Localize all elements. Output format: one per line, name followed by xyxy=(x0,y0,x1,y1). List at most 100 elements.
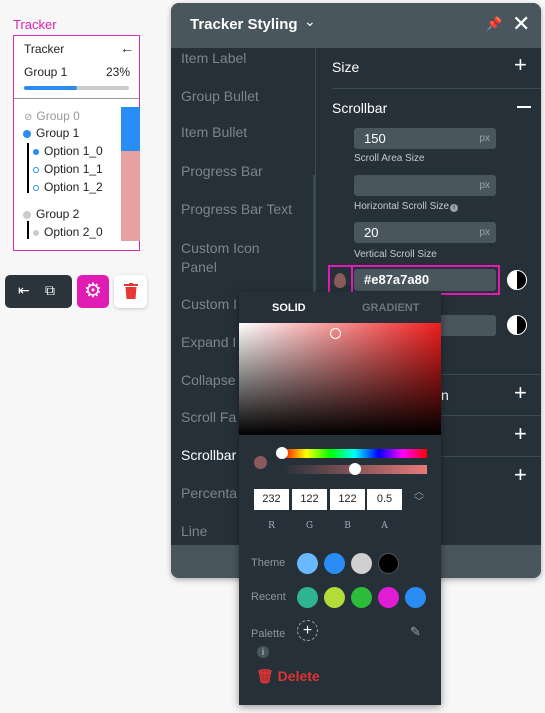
pin-icon[interactable]: 📌 xyxy=(486,16,502,32)
channel-label: A xyxy=(381,521,388,531)
vertical-scroll-size-input[interactable]: 20 px xyxy=(354,222,496,243)
theme-swatch[interactable] xyxy=(378,553,399,574)
recent-swatch[interactable] xyxy=(297,587,318,608)
field-label: Scroll Area Size xyxy=(354,153,425,164)
field-label: Vertical Scroll Size xyxy=(354,249,437,260)
delete-widget-button[interactable] xyxy=(114,275,147,308)
bullet-icon xyxy=(23,210,31,219)
color-picker: SOLID GRADIENT 232 122 122 0.5 ︿ ﹀ R G B … xyxy=(239,292,441,705)
arrow-left-icon[interactable]: ← xyxy=(120,40,134,56)
field-label: Horizontal Scroll Size i xyxy=(354,201,459,212)
panel-header: Tracker Styling ⌄ 📌 ✕ xyxy=(171,3,541,48)
tab-gradient[interactable]: GRADIENT xyxy=(362,302,419,314)
horizontal-scroll-size-input[interactable]: px xyxy=(354,175,496,196)
nav-item[interactable]: Custom I xyxy=(181,296,237,312)
section-size[interactable]: Size xyxy=(332,59,359,75)
delete-button[interactable]: 🗑 Delete xyxy=(256,668,320,685)
nav-item[interactable]: Percenta xyxy=(181,485,237,501)
divider xyxy=(14,98,139,99)
recent-label: Recent xyxy=(251,591,286,603)
palette-label: Palette xyxy=(251,628,286,640)
nav-item[interactable]: Group Bullet xyxy=(181,88,259,104)
option-item[interactable]: Option 2_0 xyxy=(33,225,103,239)
color-drop-icon[interactable] xyxy=(334,273,346,288)
scroll-area-size-input[interactable]: 150 px xyxy=(354,128,496,149)
saturation-handle[interactable] xyxy=(330,328,341,339)
progress-bar xyxy=(24,86,129,90)
option-item[interactable]: Option 1_0 xyxy=(33,144,103,158)
channel-label: R xyxy=(268,521,275,531)
tracker-title: Tracker xyxy=(24,42,65,56)
add-palette-icon[interactable]: + xyxy=(297,620,318,641)
nav-item[interactable]: Line xyxy=(181,523,207,539)
alpha-handle[interactable] xyxy=(349,463,361,475)
format-toggle-icon[interactable]: ︿ ﹀ xyxy=(414,488,424,508)
gear-icon[interactable]: ⚙ xyxy=(77,275,109,308)
section-label[interactable]: n xyxy=(441,387,449,403)
nav-item[interactable]: Progress Bar xyxy=(181,163,263,179)
hue-slider[interactable] xyxy=(282,449,427,458)
group-item[interactable]: ⊘ Group 0 xyxy=(24,109,80,123)
plus-icon[interactable]: + xyxy=(514,380,527,406)
pencil-icon[interactable]: ✎ xyxy=(410,624,421,640)
saturation-area[interactable] xyxy=(239,323,441,435)
close-icon[interactable]: ✕ xyxy=(512,11,530,37)
contrast-icon[interactable] xyxy=(507,270,527,290)
blue-input[interactable]: 122 xyxy=(330,489,365,510)
chevron-down-icon[interactable]: ⌄ xyxy=(304,13,316,30)
progress-fill xyxy=(24,86,77,90)
nav-item[interactable]: Progress Bar Text xyxy=(181,201,292,217)
recent-swatch[interactable] xyxy=(378,587,399,608)
info-icon[interactable]: i xyxy=(257,646,269,658)
bullet-icon xyxy=(23,129,31,138)
green-input[interactable]: 122 xyxy=(292,489,327,510)
plus-icon[interactable]: + xyxy=(514,52,527,78)
connector-line xyxy=(27,221,29,239)
widget-label: Tracker xyxy=(13,17,57,32)
alpha-input[interactable]: 0.5 xyxy=(367,489,402,510)
channel-label: B xyxy=(344,521,351,531)
info-icon[interactable]: i xyxy=(450,204,459,212)
scrollbar-thumb[interactable] xyxy=(121,107,140,151)
nav-item[interactable]: Item Label xyxy=(181,50,246,66)
recent-swatch[interactable] xyxy=(324,587,345,608)
bullet-icon xyxy=(33,166,39,173)
minus-icon[interactable] xyxy=(517,106,531,108)
check-circle-icon: ⊘ xyxy=(24,112,33,123)
red-input[interactable]: 232 xyxy=(254,489,289,510)
bullet-icon xyxy=(33,148,39,155)
panel-title: Tracker Styling xyxy=(190,16,298,33)
recent-swatch[interactable] xyxy=(405,587,426,608)
bullet-icon xyxy=(33,229,39,236)
group-item[interactable]: Group 1 xyxy=(23,126,79,140)
progress-label: Group 1 xyxy=(24,65,68,79)
widget-toolbar: ⇤ ⧉ xyxy=(5,275,72,308)
nav-item[interactable]: Scroll Fa xyxy=(181,409,236,425)
section-scrollbar[interactable]: Scrollbar xyxy=(332,100,387,116)
group-item[interactable]: Group 2 xyxy=(23,207,79,221)
divider xyxy=(332,88,541,89)
open-external-icon[interactable]: ⧉ xyxy=(45,282,55,299)
recent-swatch[interactable] xyxy=(351,587,372,608)
option-item[interactable]: Option 1_2 xyxy=(33,180,103,194)
channel-label: G xyxy=(305,521,314,531)
option-item[interactable]: Option 1_1 xyxy=(33,162,103,176)
theme-swatch[interactable] xyxy=(351,553,372,574)
theme-swatch[interactable] xyxy=(324,553,345,574)
theme-swatch[interactable] xyxy=(297,553,318,574)
nav-item[interactable]: Expand I xyxy=(181,334,236,350)
contrast-icon[interactable] xyxy=(507,315,527,335)
nav-item[interactable]: Item Bullet xyxy=(181,124,247,140)
tab-solid[interactable]: SOLID xyxy=(272,302,306,314)
tracker-widget: Tracker ← Group 1 23% ⊘ Group 0 Group 1 O… xyxy=(13,35,140,251)
nav-item[interactable]: Collapse xyxy=(181,372,235,388)
nav-item[interactable]: Custom Icon Panel xyxy=(181,239,291,277)
color-input[interactable]: #e87a7a80 xyxy=(354,269,496,291)
collapse-left-icon[interactable]: ⇤ xyxy=(18,282,30,299)
plus-icon[interactable]: + xyxy=(514,462,527,488)
plus-icon[interactable]: + xyxy=(514,421,527,447)
trash-icon xyxy=(124,283,138,299)
hue-handle[interactable] xyxy=(276,447,288,459)
progress-percent: 23% xyxy=(105,65,130,79)
nav-item[interactable]: Scrollbar xyxy=(181,447,236,463)
